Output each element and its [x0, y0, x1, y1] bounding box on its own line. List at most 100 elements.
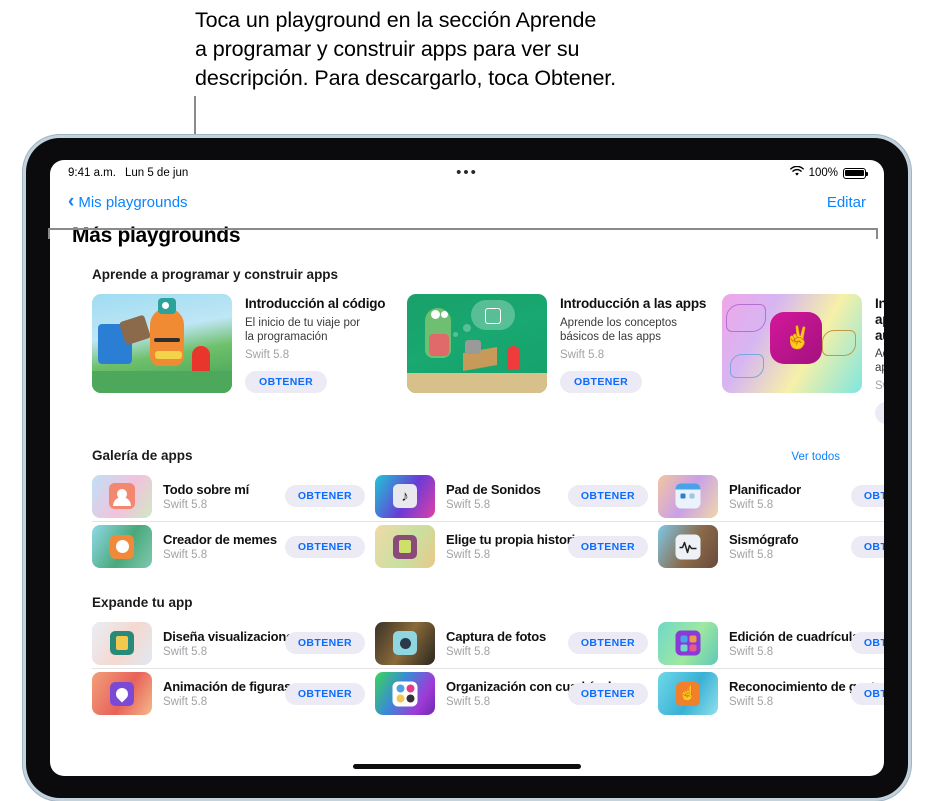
- featured-card-title: Introducción a las apps: [560, 296, 707, 311]
- intro-aprendizaje-automatico-artwork[interactable]: ✌: [722, 294, 862, 393]
- list-item[interactable]: Elige tu propia historia Swift 5.8 OBTEN…: [375, 521, 658, 571]
- get-button[interactable]: OBTENER: [850, 682, 884, 705]
- expande-tu-app-grid: Diseña visualizaciones Swift 5.8 OBTENER…: [92, 618, 884, 718]
- wifi-icon: [789, 165, 804, 180]
- section-header-galeria: Galería de apps Ver todos: [92, 448, 862, 463]
- callout-line-3: descripción. Para descargarlo, toca Obte…: [195, 66, 617, 90]
- list-item-meta: Todo sobre mí Swift 5.8: [163, 482, 249, 511]
- list-item-meta: Creador de memes Swift 5.8: [163, 532, 277, 561]
- section-title: Expande tu app: [92, 595, 193, 610]
- list-item[interactable]: Diseña visualizaciones Swift 5.8 OBTENER: [92, 618, 375, 668]
- app-swift-version: Swift 5.8: [446, 696, 491, 708]
- featured-card-subtitle: El inicio de tu viaje por la programació…: [245, 317, 361, 343]
- list-item[interactable]: Sismógrafo Swift 5.8 OBTENER: [658, 521, 884, 571]
- organizacion-con-cuadriculas-artwork[interactable]: [375, 672, 435, 715]
- app-swift-version: Swift 5.8: [446, 549, 491, 561]
- app-title: Edición de cuadrículas: [729, 628, 867, 644]
- featured-card[interactable]: Introducción a las apps Aprende los conc…: [407, 294, 707, 424]
- get-button[interactable]: OBTENER: [284, 535, 365, 558]
- see-all-link[interactable]: Ver todos: [791, 451, 840, 463]
- list-item[interactable]: Animación de figuras Swift 5.8 OBTENER: [92, 668, 375, 718]
- captura-de-fotos-artwork[interactable]: [375, 621, 435, 665]
- dynamic-island-dots: •••: [456, 164, 478, 181]
- list-item-meta: Pad de Sonidos Swift 5.8: [446, 482, 541, 511]
- featured-card-row: Introducción al código El inicio de tu v…: [92, 294, 884, 424]
- app-swift-version: Swift 5.8: [163, 549, 208, 561]
- animacion-de-figuras-artwork[interactable]: [92, 672, 152, 715]
- section-title: Galería de apps: [92, 448, 193, 463]
- list-item[interactable]: Todo sobre mí Swift 5.8 OBTENER: [92, 471, 375, 521]
- list-item-meta: Animación de figuras Swift 5.8: [163, 679, 292, 708]
- featured-card-info: Introducción a las apps Aprende los conc…: [560, 294, 707, 424]
- app-title: Elige tu propia historia: [446, 532, 583, 547]
- todo-sobre-mi-artwork[interactable]: [92, 474, 152, 518]
- app-swift-version: Swift 5.8: [729, 645, 774, 658]
- get-button[interactable]: OBTENER: [567, 535, 648, 558]
- intro-al-codigo-artwork[interactable]: [92, 294, 232, 393]
- app-swift-version: Swift 5.8: [729, 498, 774, 511]
- get-button[interactable]: OBTENER: [560, 371, 643, 393]
- creador-de-memes-artwork[interactable]: [92, 525, 152, 568]
- callout-annotation-text: Toca un playground en la sección Aprende…: [195, 6, 795, 93]
- battery-percent-label: 100%: [808, 167, 838, 179]
- edit-button[interactable]: Editar: [827, 194, 866, 211]
- battery-full-icon: [843, 167, 868, 179]
- planificador-artwork[interactable]: [658, 474, 718, 518]
- list-item[interactable]: ♪ Pad de Sonidos Swift 5.8 OBTENER: [375, 471, 658, 521]
- galeria-de-apps-grid: Todo sobre mí Swift 5.8 OBTENER ♪ Pad de…: [92, 471, 884, 571]
- list-item[interactable]: Captura de fotos Swift 5.8 OBTENER: [375, 618, 658, 668]
- app-swift-version: Swift 5.8: [163, 498, 208, 511]
- get-button[interactable]: OBTENER: [284, 485, 365, 507]
- elige-tu-propia-historia-artwork[interactable]: [375, 525, 435, 568]
- get-button[interactable]: OBTENER: [567, 485, 648, 507]
- featured-card[interactable]: Introducción al código El inicio de tu v…: [92, 294, 388, 424]
- get-button[interactable]: OBTENER: [567, 682, 648, 705]
- get-button[interactable]: OBTENER: [850, 485, 884, 507]
- callout-line-1: Toca un playground en la sección Aprende: [195, 8, 597, 32]
- navigation-bar: ‹ Mis playgrounds Editar: [50, 186, 884, 218]
- list-item-meta: Planificador Swift 5.8: [729, 482, 801, 511]
- get-button[interactable]: OBTENER: [850, 535, 884, 558]
- reconocimiento-de-gestos-artwork[interactable]: ☝: [658, 672, 718, 715]
- get-button[interactable]: OBTENER: [245, 371, 328, 393]
- status-bar: 9:41 a.m. Lun 5 de jun ••• 100%: [50, 160, 884, 186]
- app-swift-version: Swift 5.8: [446, 498, 491, 511]
- list-item-meta: Sismógrafo Swift 5.8: [729, 532, 799, 561]
- pad-de-sonidos-artwork[interactable]: ♪: [375, 474, 435, 518]
- get-button[interactable]: OBTENER: [567, 632, 648, 654]
- list-item[interactable]: Planificador Swift 5.8 OBTENER: [658, 471, 884, 521]
- featured-card-subtitle: Adéntrate en el aprendizaje automático: [875, 348, 884, 374]
- back-button[interactable]: ‹ Mis playgrounds: [68, 192, 188, 211]
- app-title: Sismógrafo: [729, 532, 799, 547]
- section-header-aprende: Aprende a programar y construir apps: [92, 267, 862, 282]
- sismografo-artwork[interactable]: [658, 525, 718, 568]
- featured-card-swift-version: Swift 5.8: [245, 349, 290, 361]
- back-button-label: Mis playgrounds: [78, 193, 188, 211]
- featured-card-info: Introducción al código El inicio de tu v…: [245, 294, 386, 424]
- list-item[interactable]: Edición de cuadrículas Swift 5.8 OBTENER: [658, 618, 884, 668]
- app-title: Planificador: [729, 481, 802, 497]
- app-title: Captura de fotos: [446, 628, 547, 644]
- get-button[interactable]: OBTENER: [875, 402, 884, 424]
- status-bar-right: 100%: [789, 165, 868, 180]
- featured-card-title: Introducción al aprendizaje automático: [875, 296, 884, 343]
- annotation-bracket: [48, 228, 878, 239]
- home-indicator[interactable]: [353, 764, 581, 769]
- featured-card[interactable]: ✌ Introducción al aprendizaje automático…: [722, 294, 884, 424]
- disena-visualizaciones-artwork[interactable]: [92, 621, 152, 665]
- edicion-de-cuadriculas-artwork[interactable]: [658, 621, 718, 665]
- get-button[interactable]: OBTENER: [284, 682, 365, 705]
- app-title: Pad de Sonidos: [446, 481, 541, 497]
- get-button[interactable]: OBTENER: [850, 632, 884, 654]
- app-title: Animación de figuras: [163, 679, 292, 694]
- list-item[interactable]: Organización con cuadrículas Swift 5.8 O…: [375, 668, 658, 718]
- app-title: Creador de memes: [163, 532, 277, 547]
- list-item[interactable]: ☝ Reconocimiento de gestos Swift 5.8 OBT…: [658, 668, 884, 718]
- section-header-expande: Expande tu app: [92, 595, 862, 610]
- callout-line-2: a programar y construir apps para ver su: [195, 37, 580, 61]
- list-item[interactable]: Creador de memes Swift 5.8 OBTENER: [92, 521, 375, 571]
- intro-a-las-apps-artwork[interactable]: [407, 294, 547, 393]
- app-swift-version: Swift 5.8: [446, 645, 491, 658]
- get-button[interactable]: OBTENER: [284, 632, 365, 654]
- app-title: Todo sobre mí: [163, 481, 249, 497]
